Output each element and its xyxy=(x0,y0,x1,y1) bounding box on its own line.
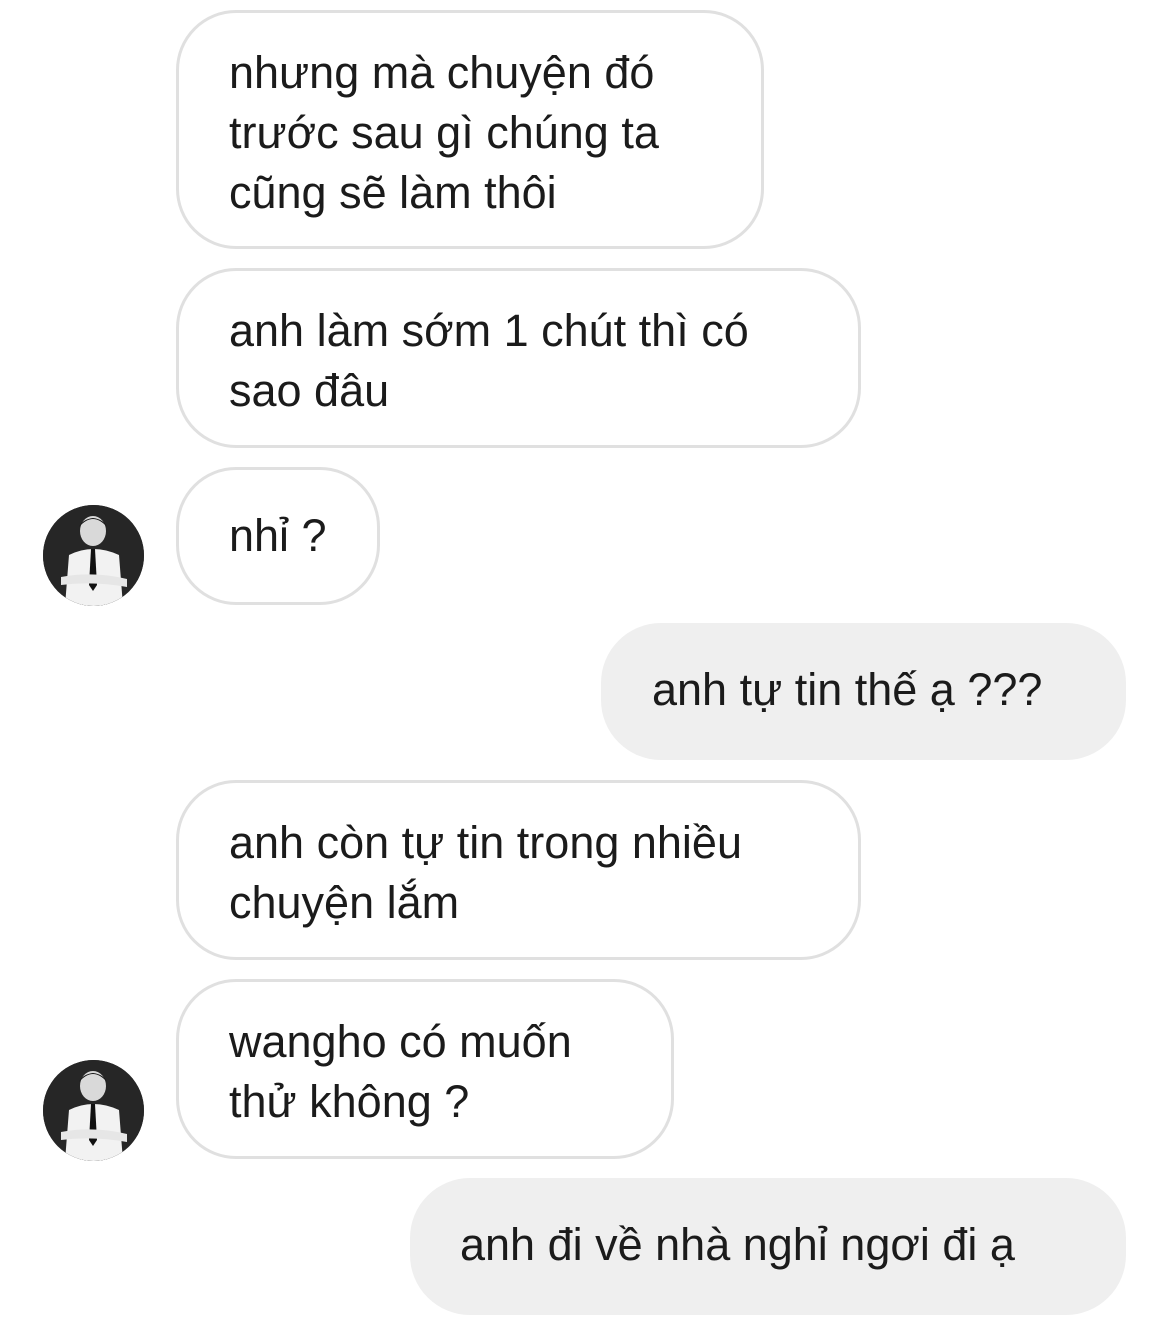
sender-avatar-icon[interactable] xyxy=(43,1060,144,1161)
message-outgoing-1[interactable]: anh tự tin thế ạ ??? xyxy=(601,623,1126,760)
sender-avatar-icon[interactable] xyxy=(43,505,144,606)
avatar-image xyxy=(43,1060,144,1161)
message-outgoing-2[interactable]: anh đi về nhà nghỉ ngơi đi ạ xyxy=(410,1178,1126,1315)
message-incoming-4[interactable]: anh còn tự tin trong nhiều chuyện lắm xyxy=(176,780,861,960)
message-incoming-3[interactable]: nhỉ ? xyxy=(176,467,380,605)
message-incoming-2[interactable]: anh làm sớm 1 chút thì có sao đâu xyxy=(176,268,861,448)
avatar-image xyxy=(43,505,144,606)
message-incoming-5[interactable]: wangho có muốn thử không ? xyxy=(176,979,674,1159)
message-incoming-1[interactable]: nhưng mà chuyện đó trước sau gì chúng ta… xyxy=(176,10,764,249)
